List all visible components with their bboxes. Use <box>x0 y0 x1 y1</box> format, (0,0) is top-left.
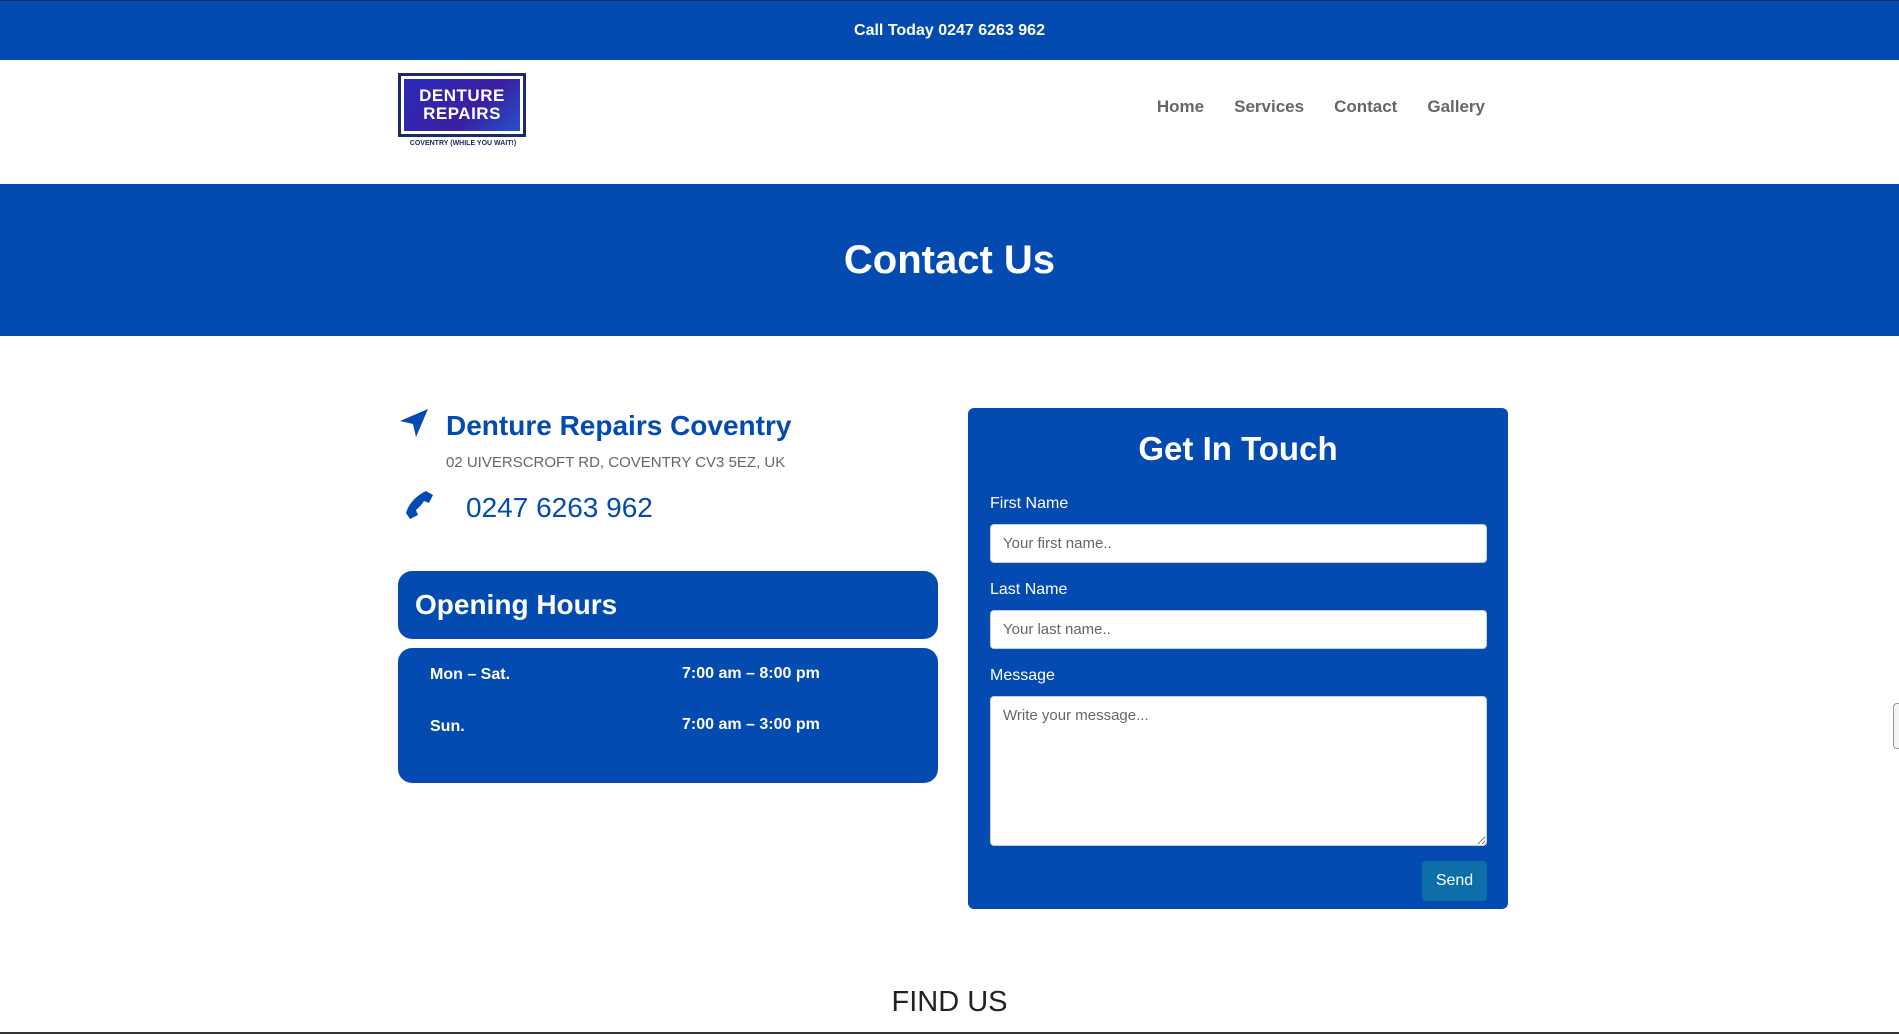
business-address: 02 UIVERSCROFT RD, COVENTRY CV3 5EZ, UK <box>446 454 786 471</box>
nav-gallery[interactable]: Gallery <box>1427 97 1485 117</box>
page-title: Contact Us <box>843 237 1056 282</box>
hours-time: 7:00 am – 3:00 pm <box>682 716 820 733</box>
message-label: Message <box>990 667 1055 684</box>
location-arrow-icon <box>398 407 430 444</box>
first-name-input[interactable] <box>990 524 1487 563</box>
hours-day: Sun. <box>430 718 465 735</box>
opening-hours-table: Mon – Sat. 7:00 am – 8:00 pm Sun. 7:00 a… <box>398 648 938 783</box>
opening-hours-header: Opening Hours <box>398 571 938 639</box>
top-call-bar: Call Today 0247 6263 962 <box>0 0 1899 60</box>
site-header: DENTURE REPAIRS COVENTRY (WHILE YOU WAIT… <box>0 60 1899 184</box>
main-nav: Home Services Contact Gallery <box>1157 97 1485 117</box>
location-heading: Denture Repairs Coventry <box>398 407 791 444</box>
contact-form: Get In Touch First Name Last Name Messag… <box>968 408 1508 909</box>
hours-time: 7:00 am – 8:00 pm <box>682 665 820 682</box>
nav-contact[interactable]: Contact <box>1334 97 1397 117</box>
side-widget-tab[interactable] <box>1893 703 1899 749</box>
site-logo[interactable]: DENTURE REPAIRS COVENTRY (WHILE YOU WAIT… <box>398 73 528 147</box>
message-textarea[interactable] <box>990 696 1487 846</box>
phone-row: 0247 6263 962 <box>404 489 653 526</box>
logo-box: DENTURE REPAIRS <box>398 73 526 137</box>
logo-line2: REPAIRS <box>423 104 501 123</box>
phone-number[interactable]: 0247 6263 962 <box>466 492 653 524</box>
nav-home[interactable]: Home <box>1157 97 1204 117</box>
nav-services[interactable]: Services <box>1234 97 1304 117</box>
logo-tagline: COVENTRY (WHILE YOU WAIT!) <box>409 140 517 147</box>
business-name: Denture Repairs Coventry <box>446 409 792 441</box>
first-name-label: First Name <box>990 495 1069 512</box>
hours-day: Mon – Sat. <box>430 666 511 683</box>
form-title: Get In Touch <box>1138 430 1338 467</box>
opening-hours-title: Opening Hours <box>415 589 618 620</box>
hero-banner: Contact Us <box>0 184 1899 336</box>
call-today-text: Call Today 0247 6263 962 <box>854 21 1045 39</box>
phone-icon <box>404 489 436 526</box>
logo-line1: DENTURE <box>419 86 505 105</box>
find-us-heading: FIND US <box>891 986 1008 1018</box>
send-button[interactable]: Send <box>1422 861 1487 901</box>
last-name-input[interactable] <box>990 610 1487 649</box>
last-name-label: Last Name <box>990 581 1068 598</box>
